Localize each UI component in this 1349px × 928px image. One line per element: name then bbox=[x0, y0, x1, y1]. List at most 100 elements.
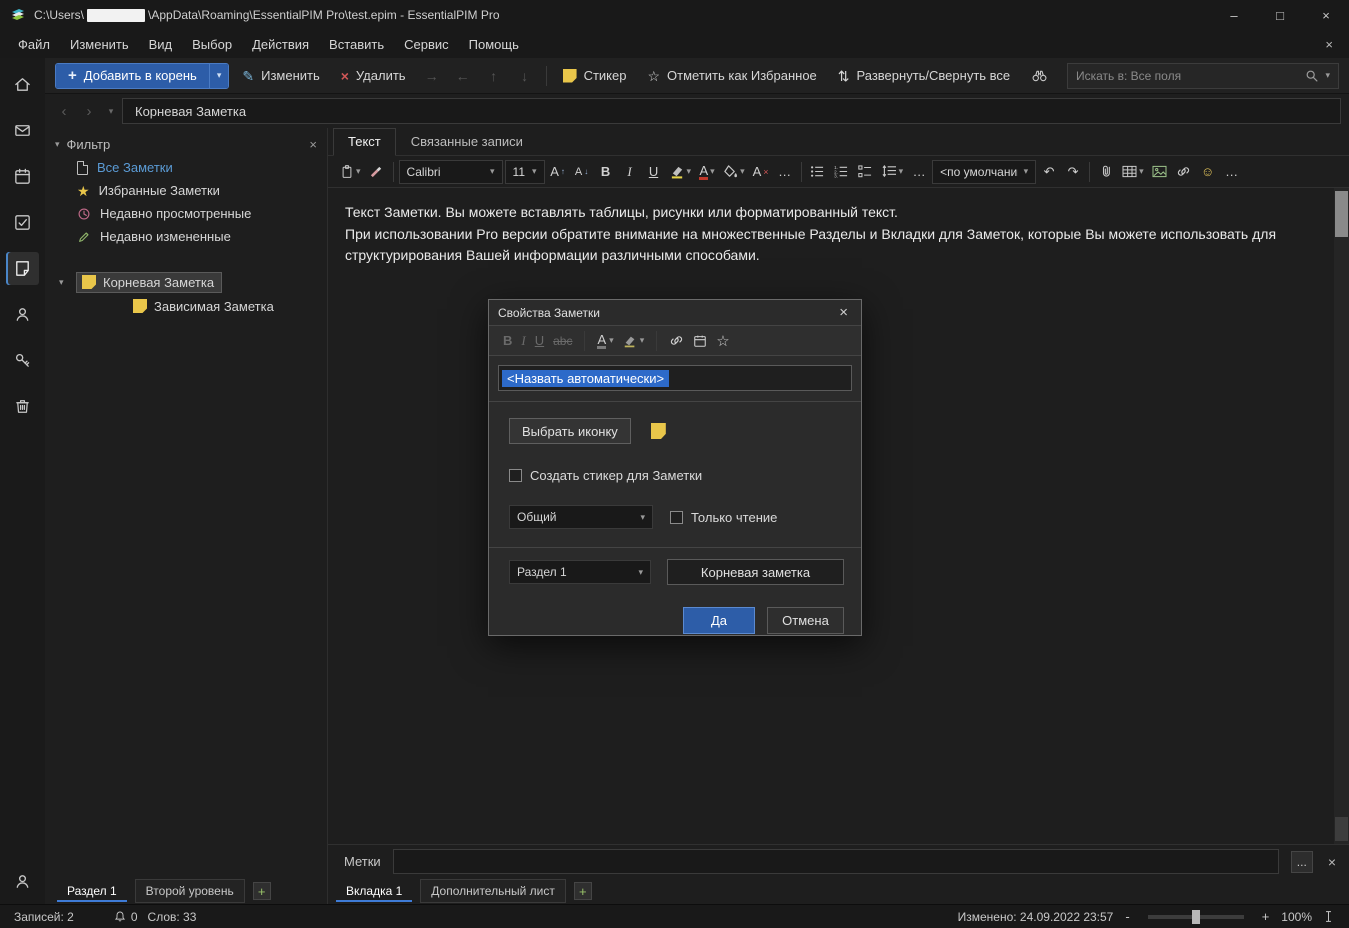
paste-button[interactable]: ▾ bbox=[337, 160, 364, 184]
more-paragraph-tools-button[interactable]: … bbox=[908, 160, 930, 184]
underline-button[interactable]: U bbox=[643, 160, 665, 184]
chevron-down-icon[interactable]: ▾ bbox=[609, 336, 614, 345]
attach-file-button[interactable] bbox=[1095, 160, 1117, 184]
create-sticker-checkbox[interactable] bbox=[509, 469, 522, 482]
search-icon[interactable] bbox=[1305, 69, 1319, 83]
menu-actions[interactable]: Действия bbox=[242, 32, 319, 57]
chevron-down-icon[interactable]: ▾ bbox=[899, 167, 904, 176]
tab-related-records[interactable]: Связанные записи bbox=[396, 128, 538, 156]
search-box[interactable]: Искать в: Все поля ▾ bbox=[1067, 62, 1339, 89]
menu-insert[interactable]: Вставить bbox=[319, 32, 394, 57]
clear-formatting-button[interactable]: A × bbox=[750, 160, 772, 184]
bold-button[interactable]: B bbox=[595, 160, 617, 184]
dialog-favorite-star-button[interactable]: ☆ bbox=[716, 332, 729, 350]
font-family-combo[interactable]: Calibri ▾ bbox=[398, 159, 503, 184]
choose-icon-button[interactable]: Выбрать иконку bbox=[509, 418, 631, 444]
expand-collapse-all-button[interactable]: ⇅ Развернуть/Свернуть все bbox=[830, 63, 1018, 89]
sheet-tab-1[interactable]: Вкладка 1 bbox=[336, 880, 412, 902]
current-note-path-field[interactable] bbox=[122, 98, 1341, 124]
advanced-search-button[interactable] bbox=[1023, 63, 1056, 89]
tags-more-button[interactable]: ... bbox=[1290, 850, 1313, 873]
readonly-checkbox[interactable] bbox=[670, 510, 683, 524]
paragraph-style-combo[interactable]: <по умолчанию ▾ bbox=[932, 159, 1037, 184]
zoom-slider-thumb[interactable] bbox=[1191, 909, 1200, 924]
dialog-font-color-button[interactable]: A ▾ bbox=[597, 333, 614, 349]
module-mail-icon[interactable] bbox=[6, 114, 39, 147]
selected-tree-item[interactable]: Корневая Заметка bbox=[76, 271, 223, 293]
insert-emoji-button[interactable]: ☺ bbox=[1197, 160, 1219, 184]
italic-button[interactable]: I bbox=[619, 160, 641, 184]
tab-text[interactable]: Текст bbox=[333, 128, 396, 156]
sticker-checkbox-row[interactable]: Создать стикер для Заметки bbox=[509, 468, 844, 483]
nav-history-dropdown-icon[interactable]: ▾ bbox=[103, 106, 119, 117]
minimize-button[interactable]: – bbox=[1211, 0, 1257, 30]
chevron-down-icon[interactable]: ▾ bbox=[640, 336, 645, 345]
dialog-insert-link-button[interactable] bbox=[669, 334, 684, 347]
font-color-button[interactable]: A ▾ bbox=[696, 160, 718, 184]
dialog-italic-button[interactable]: I bbox=[521, 333, 525, 349]
insert-link-button[interactable] bbox=[1173, 160, 1195, 184]
undo-button[interactable]: ↶ bbox=[1038, 160, 1060, 184]
module-passwords-key-icon[interactable] bbox=[6, 344, 39, 377]
cancel-button[interactable]: Отмена bbox=[767, 607, 844, 634]
move-left-button[interactable]: ← bbox=[450, 63, 476, 89]
mark-favorite-button[interactable]: ☆ Отметить как Избранное bbox=[639, 63, 824, 89]
format-painter-icon[interactable] bbox=[366, 160, 388, 184]
add-section-button[interactable]: + bbox=[252, 882, 271, 900]
insert-image-button[interactable] bbox=[1149, 160, 1171, 184]
insert-table-button[interactable]: ▾ bbox=[1119, 160, 1147, 184]
menu-edit[interactable]: Изменить bbox=[60, 32, 139, 57]
maximize-button[interactable]: □ bbox=[1257, 0, 1303, 30]
tree-row-root[interactable]: ▾ Корневая Заметка bbox=[45, 270, 327, 294]
vertical-scrollbar[interactable] bbox=[1334, 188, 1349, 844]
module-notes-icon[interactable] bbox=[6, 252, 39, 285]
menu-help[interactable]: Помощь bbox=[459, 32, 529, 57]
scrollbar-thumb[interactable] bbox=[1335, 191, 1348, 237]
menu-close-icon[interactable]: × bbox=[1317, 37, 1341, 52]
zoom-out-button[interactable]: - bbox=[1123, 909, 1131, 924]
dialog-close-icon[interactable]: × bbox=[835, 304, 852, 321]
nav-back-icon[interactable]: ‹ bbox=[53, 103, 75, 120]
checklist-button[interactable] bbox=[855, 160, 877, 184]
module-tasks-icon[interactable] bbox=[6, 206, 39, 239]
dialog-title-bar[interactable]: Свойства Заметки × bbox=[489, 300, 861, 326]
module-today-home-icon[interactable] bbox=[6, 68, 39, 101]
add-to-root-button[interactable]: + Добавить в корень ▾ bbox=[55, 62, 230, 89]
delete-note-button[interactable]: × Удалить bbox=[333, 63, 414, 89]
menu-service[interactable]: Сервис bbox=[394, 32, 459, 57]
dialog-highlighter-button[interactable]: ▾ bbox=[623, 334, 645, 348]
filter-all-notes[interactable]: Все Заметки bbox=[45, 156, 327, 179]
sticker-button[interactable]: Стикер bbox=[555, 63, 635, 89]
filter-close-icon[interactable]: × bbox=[309, 137, 317, 152]
move-right-button[interactable]: → bbox=[419, 63, 445, 89]
edit-note-button[interactable]: ✎ Изменить bbox=[234, 63, 327, 89]
add-sheet-button[interactable]: + bbox=[573, 882, 592, 900]
module-calendar-icon[interactable] bbox=[6, 160, 39, 193]
menu-select[interactable]: Выбор bbox=[182, 32, 242, 57]
section-tab-1[interactable]: Раздел 1 bbox=[57, 880, 127, 902]
close-button[interactable]: × bbox=[1303, 0, 1349, 30]
filter-recently-viewed[interactable]: Недавно просмотренные bbox=[45, 202, 327, 225]
paste-dropdown-icon[interactable]: ▾ bbox=[356, 167, 361, 176]
ok-button[interactable]: Да bbox=[683, 607, 755, 634]
tree-expander-icon[interactable]: ▾ bbox=[59, 277, 71, 288]
redo-button[interactable]: ↷ bbox=[1062, 160, 1084, 184]
zoom-slider[interactable] bbox=[1147, 909, 1244, 924]
chevron-down-icon[interactable]: ▾ bbox=[687, 167, 692, 176]
notifications-indicator[interactable]: 0 bbox=[114, 910, 138, 924]
chevron-down-icon[interactable]: ▾ bbox=[710, 167, 715, 176]
filter-collapse-icon[interactable]: ▾ bbox=[55, 139, 60, 150]
dialog-insert-date-button[interactable] bbox=[693, 334, 707, 348]
nav-forward-icon[interactable]: › bbox=[78, 103, 100, 120]
sheet-tab-2[interactable]: Дополнительный лист bbox=[420, 879, 566, 903]
note-title-field[interactable] bbox=[667, 559, 844, 585]
filter-header[interactable]: ▾ Фильтр × bbox=[45, 132, 327, 156]
scrollbar-bottom-button[interactable] bbox=[1335, 817, 1348, 841]
highlighter-button[interactable]: ▾ bbox=[667, 160, 695, 184]
dialog-underline-button[interactable]: U bbox=[535, 333, 544, 348]
note-name-input[interactable]: <Назвать автоматически> bbox=[498, 365, 852, 391]
tree-row-child[interactable]: Зависимая Заметка bbox=[45, 294, 327, 318]
grow-font-button[interactable]: A ↑ bbox=[547, 160, 569, 184]
numbered-list-button[interactable]: 1. 2. 3. bbox=[831, 160, 853, 184]
line-spacing-button[interactable]: ▾ bbox=[879, 160, 907, 184]
